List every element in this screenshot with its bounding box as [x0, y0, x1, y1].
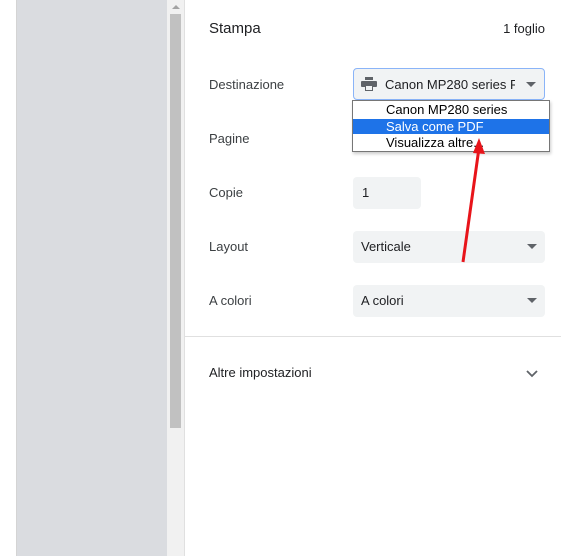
scrollbar-thumb[interactable] [170, 14, 181, 428]
dropdown-option-see-more[interactable]: Visualizza altre... [353, 135, 549, 150]
layout-select[interactable]: Verticale [353, 231, 545, 263]
preview-scrollbar[interactable] [167, 0, 184, 556]
chevron-down-icon[interactable] [525, 366, 539, 380]
print-settings-panel: Stampa 1 foglio Destinazione Canon MP280… [185, 0, 561, 556]
destination-dropdown-list[interactable]: Canon MP280 series Printer Salva come PD… [352, 100, 550, 152]
dropdown-option-canon[interactable]: Canon MP280 series Printer [353, 102, 549, 132]
section-divider [185, 336, 561, 337]
destination-select[interactable]: Canon MP280 series Printer [353, 68, 545, 100]
layout-label: Layout [209, 239, 249, 254]
window-edge [0, 0, 17, 556]
print-dialog: Stampa 1 foglio Destinazione Canon MP280… [0, 0, 561, 556]
pages-label: Pagine [209, 131, 250, 146]
copies-input[interactable]: 1 [353, 177, 421, 209]
color-value: A colori [361, 293, 404, 308]
chevron-down-icon [527, 298, 537, 303]
destination-value: Canon MP280 series Printer [385, 77, 515, 92]
scroll-up-arrow-icon[interactable] [167, 0, 184, 14]
print-preview-area [17, 0, 167, 556]
chevron-down-icon [527, 244, 537, 249]
layout-value: Verticale [361, 239, 411, 254]
color-select[interactable]: A colori [353, 285, 545, 317]
printer-icon [361, 77, 377, 91]
color-label: A colori [209, 293, 252, 308]
copies-label: Copie [209, 185, 243, 200]
more-settings-toggle[interactable]: Altre impostazioni [209, 365, 312, 380]
sheet-count: 1 foglio [503, 21, 545, 36]
page-title: Stampa [209, 20, 261, 37]
dropdown-option-save-pdf[interactable]: Salva come PDF [353, 119, 549, 134]
destination-label: Destinazione [209, 77, 285, 92]
chevron-down-icon [526, 82, 536, 87]
